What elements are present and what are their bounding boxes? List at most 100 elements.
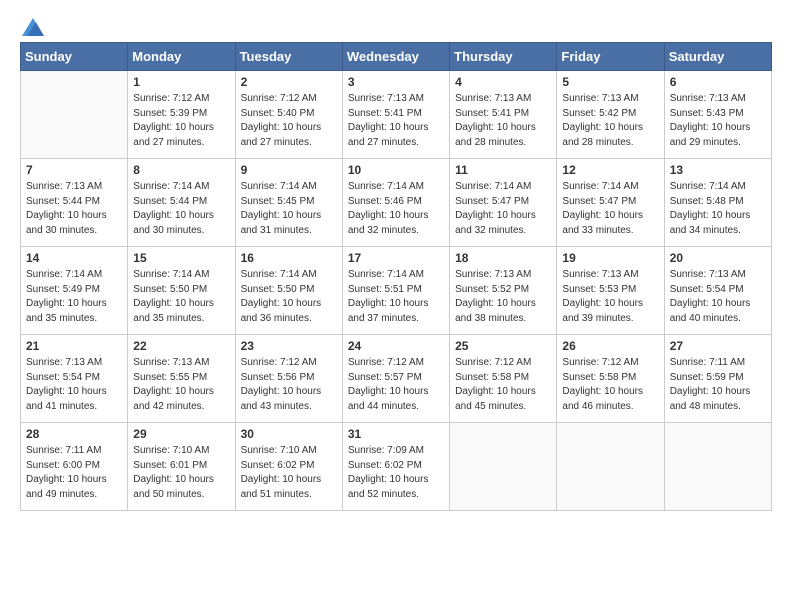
calendar-cell	[21, 71, 128, 159]
day-number: 8	[133, 163, 229, 177]
calendar-cell: 12 Sunrise: 7:14 AMSunset: 5:47 PMDayligh…	[557, 159, 664, 247]
day-info: Sunrise: 7:10 AMSunset: 6:02 PMDaylight:…	[241, 444, 337, 502]
calendar-cell: 10 Sunrise: 7:14 AMSunset: 5:46 PMDayligh…	[342, 159, 449, 247]
day-info: Sunrise: 7:14 AMSunset: 5:50 PMDaylight:…	[241, 268, 337, 326]
calendar-cell: 14 Sunrise: 7:14 AMSunset: 5:49 PMDayligh…	[21, 247, 128, 335]
calendar-cell: 7 Sunrise: 7:13 AMSunset: 5:44 PMDaylight…	[21, 159, 128, 247]
day-number: 21	[26, 339, 122, 353]
day-info: Sunrise: 7:12 AMSunset: 5:56 PMDaylight:…	[241, 356, 337, 414]
calendar-cell	[557, 423, 664, 511]
calendar-cell: 5 Sunrise: 7:13 AMSunset: 5:42 PMDaylight…	[557, 71, 664, 159]
day-info: Sunrise: 7:13 AMSunset: 5:54 PMDaylight:…	[26, 356, 122, 414]
day-of-week-header: Thursday	[450, 43, 557, 71]
day-info: Sunrise: 7:14 AMSunset: 5:45 PMDaylight:…	[241, 180, 337, 238]
day-number: 11	[455, 163, 551, 177]
day-of-week-header: Saturday	[664, 43, 771, 71]
day-number: 15	[133, 251, 229, 265]
calendar-cell: 20Sunrise: 7:13 AMSunset: 5:54 PMDayligh…	[664, 247, 771, 335]
page-header	[20, 20, 772, 32]
day-info: Sunrise: 7:14 AMSunset: 5:44 PMDaylight:…	[133, 180, 229, 238]
day-info: Sunrise: 7:12 AMSunset: 5:57 PMDaylight:…	[348, 356, 444, 414]
calendar-cell: 27 Sunrise: 7:11 AMSunset: 5:59 PMDayligh…	[664, 335, 771, 423]
day-of-week-header: Friday	[557, 43, 664, 71]
day-info: Sunrise: 7:12 AMSunset: 5:39 PMDaylight:…	[133, 92, 229, 150]
day-number: 3	[348, 75, 444, 89]
day-number: 23	[241, 339, 337, 353]
day-number: 13	[670, 163, 766, 177]
day-number: 14	[26, 251, 122, 265]
calendar-cell: 17 Sunrise: 7:14 AMSunset: 5:51 PMDayligh…	[342, 247, 449, 335]
day-info: Sunrise: 7:14 AMSunset: 5:47 PMDaylight:…	[562, 180, 658, 238]
day-of-week-header: Tuesday	[235, 43, 342, 71]
day-number: 5	[562, 75, 658, 89]
calendar-cell: 18Sunrise: 7:13 AMSunset: 5:52 PMDayligh…	[450, 247, 557, 335]
day-number: 2	[241, 75, 337, 89]
day-number: 19	[562, 251, 658, 265]
day-number: 7	[26, 163, 122, 177]
day-info: Sunrise: 7:13 AMSunset: 5:41 PMDaylight:…	[348, 92, 444, 150]
day-number: 30	[241, 427, 337, 441]
calendar-cell: 4 Sunrise: 7:13 AMSunset: 5:41 PMDaylight…	[450, 71, 557, 159]
day-number: 29	[133, 427, 229, 441]
day-number: 12	[562, 163, 658, 177]
day-info: Sunrise: 7:12 AMSunset: 5:58 PMDaylight:…	[562, 356, 658, 414]
calendar-cell	[664, 423, 771, 511]
day-info: Sunrise: 7:13 AMSunset: 5:53 PMDaylight:…	[562, 268, 658, 326]
day-of-week-header: Wednesday	[342, 43, 449, 71]
calendar-cell: 26 Sunrise: 7:12 AMSunset: 5:58 PMDayligh…	[557, 335, 664, 423]
day-info: Sunrise: 7:14 AMSunset: 5:50 PMDaylight:…	[133, 268, 229, 326]
day-info: Sunrise: 7:12 AMSunset: 5:40 PMDaylight:…	[241, 92, 337, 150]
calendar-week-row: 14 Sunrise: 7:14 AMSunset: 5:49 PMDayligh…	[21, 247, 772, 335]
calendar-week-row: 21 Sunrise: 7:13 AMSunset: 5:54 PMDayligh…	[21, 335, 772, 423]
day-number: 20	[670, 251, 766, 265]
day-of-week-header: Sunday	[21, 43, 128, 71]
day-info: Sunrise: 7:11 AMSunset: 5:59 PMDaylight:…	[670, 356, 766, 414]
calendar-cell: 8 Sunrise: 7:14 AMSunset: 5:44 PMDaylight…	[128, 159, 235, 247]
calendar-cell: 30 Sunrise: 7:10 AMSunset: 6:02 PMDayligh…	[235, 423, 342, 511]
day-number: 1	[133, 75, 229, 89]
day-info: Sunrise: 7:11 AMSunset: 6:00 PMDaylight:…	[26, 444, 122, 502]
day-info: Sunrise: 7:14 AMSunset: 5:46 PMDaylight:…	[348, 180, 444, 238]
day-number: 31	[348, 427, 444, 441]
calendar-table: SundayMondayTuesdayWednesdayThursdayFrid…	[20, 42, 772, 511]
day-number: 17	[348, 251, 444, 265]
day-number: 27	[670, 339, 766, 353]
day-number: 26	[562, 339, 658, 353]
day-info: Sunrise: 7:13 AMSunset: 5:41 PMDaylight:…	[455, 92, 551, 150]
day-number: 9	[241, 163, 337, 177]
day-info: Sunrise: 7:14 AMSunset: 5:49 PMDaylight:…	[26, 268, 122, 326]
calendar-week-row: 7 Sunrise: 7:13 AMSunset: 5:44 PMDaylight…	[21, 159, 772, 247]
day-number: 22	[133, 339, 229, 353]
calendar-cell: 2 Sunrise: 7:12 AMSunset: 5:40 PMDaylight…	[235, 71, 342, 159]
calendar-cell: 24 Sunrise: 7:12 AMSunset: 5:57 PMDayligh…	[342, 335, 449, 423]
day-info: Sunrise: 7:14 AMSunset: 5:47 PMDaylight:…	[455, 180, 551, 238]
calendar-cell: 21 Sunrise: 7:13 AMSunset: 5:54 PMDayligh…	[21, 335, 128, 423]
day-info: Sunrise: 7:13 AMSunset: 5:44 PMDaylight:…	[26, 180, 122, 238]
logo	[20, 20, 44, 32]
calendar-cell: 15 Sunrise: 7:14 AMSunset: 5:50 PMDayligh…	[128, 247, 235, 335]
day-number: 4	[455, 75, 551, 89]
day-info: Sunrise: 7:13 AMSunset: 5:43 PMDaylight:…	[670, 92, 766, 150]
day-of-week-header: Monday	[128, 43, 235, 71]
day-info: Sunrise: 7:09 AMSunset: 6:02 PMDaylight:…	[348, 444, 444, 502]
calendar-cell: 11 Sunrise: 7:14 AMSunset: 5:47 PMDayligh…	[450, 159, 557, 247]
calendar-cell: 9 Sunrise: 7:14 AMSunset: 5:45 PMDaylight…	[235, 159, 342, 247]
calendar-cell: 22 Sunrise: 7:13 AMSunset: 5:55 PMDayligh…	[128, 335, 235, 423]
calendar-cell: 31 Sunrise: 7:09 AMSunset: 6:02 PMDayligh…	[342, 423, 449, 511]
day-number: 10	[348, 163, 444, 177]
day-number: 24	[348, 339, 444, 353]
day-number: 6	[670, 75, 766, 89]
calendar-week-row: 1 Sunrise: 7:12 AMSunset: 5:39 PMDaylight…	[21, 71, 772, 159]
day-info: Sunrise: 7:14 AMSunset: 5:51 PMDaylight:…	[348, 268, 444, 326]
day-info: Sunrise: 7:12 AMSunset: 5:58 PMDaylight:…	[455, 356, 551, 414]
logo-icon	[22, 18, 44, 36]
day-info: Sunrise: 7:10 AMSunset: 6:01 PMDaylight:…	[133, 444, 229, 502]
day-info: Sunrise: 7:13 AMSunset: 5:42 PMDaylight:…	[562, 92, 658, 150]
calendar-header-row: SundayMondayTuesdayWednesdayThursdayFrid…	[21, 43, 772, 71]
calendar-cell: 25 Sunrise: 7:12 AMSunset: 5:58 PMDayligh…	[450, 335, 557, 423]
calendar-cell: 13Sunrise: 7:14 AMSunset: 5:48 PMDayligh…	[664, 159, 771, 247]
calendar-cell: 29 Sunrise: 7:10 AMSunset: 6:01 PMDayligh…	[128, 423, 235, 511]
day-number: 18	[455, 251, 551, 265]
day-info: Sunrise: 7:13 AMSunset: 5:55 PMDaylight:…	[133, 356, 229, 414]
day-number: 25	[455, 339, 551, 353]
